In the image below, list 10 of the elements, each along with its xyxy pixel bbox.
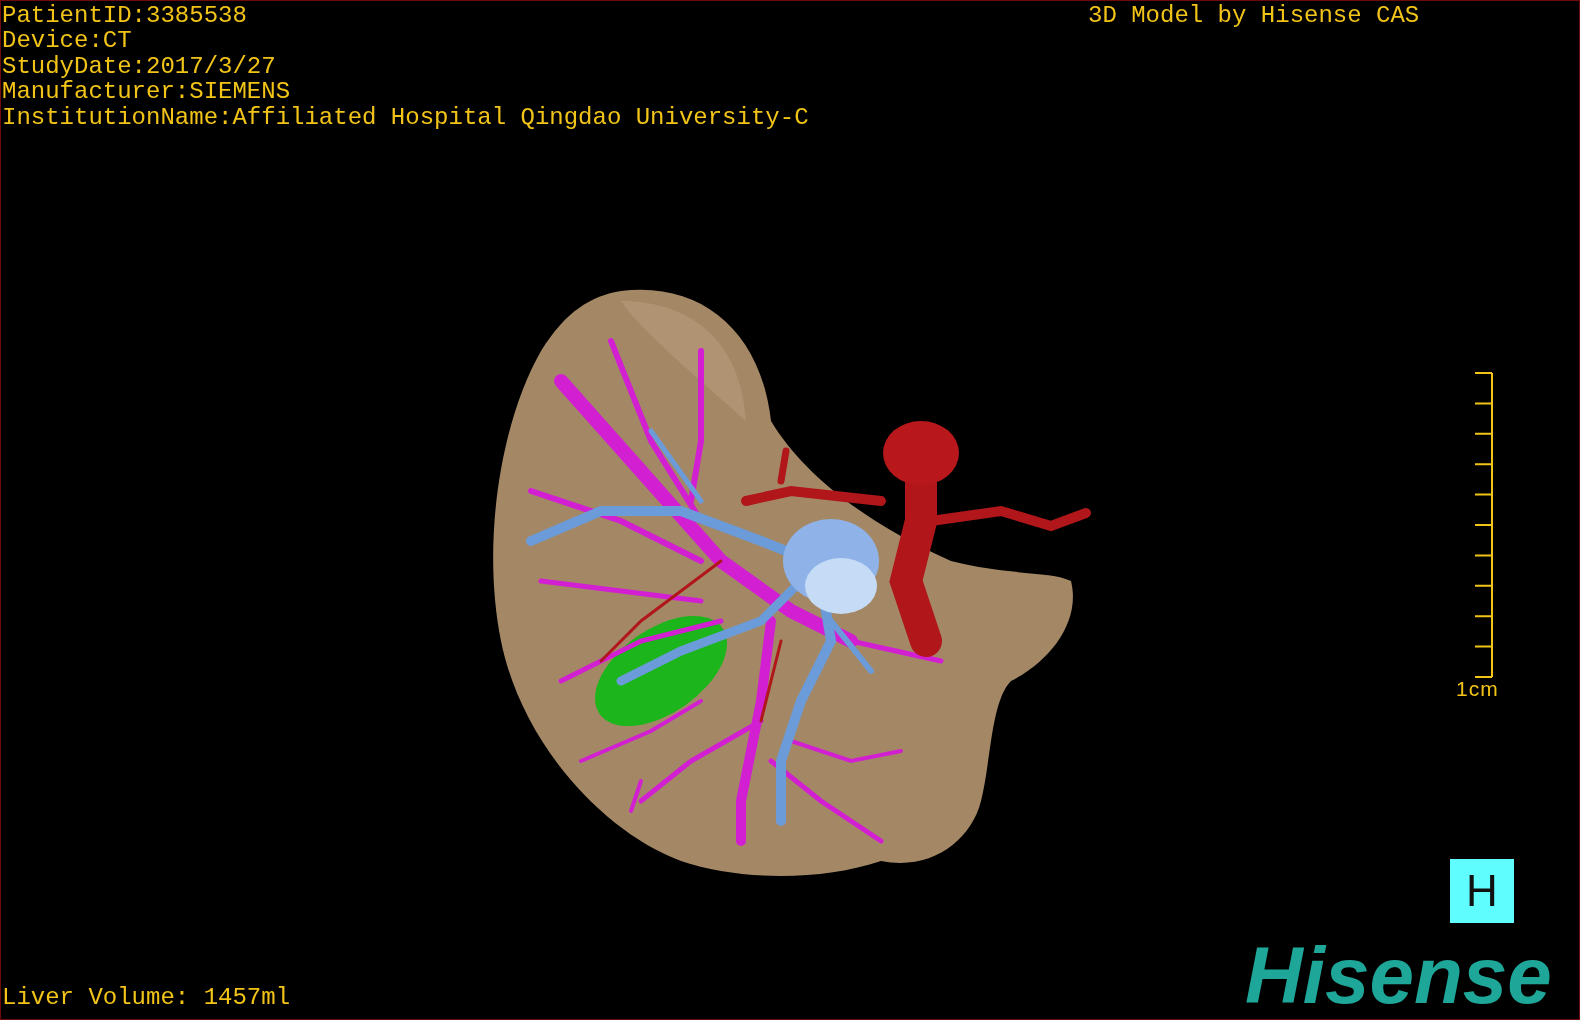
scale-label: 1cm: [1456, 678, 1499, 699]
study-info-line: StudyDate:2017/3/27: [2, 53, 276, 80]
orientation-marker[interactable]: H: [1450, 859, 1514, 923]
logo: Hisense: [1245, 936, 1552, 1016]
liver-volume-text: Liver Volume: 1457ml: [2, 985, 291, 1011]
study-info-line: Device:CT: [2, 28, 132, 54]
study-info-line: Manufacturer:SIEMENS: [2, 79, 291, 105]
study-info-line: InstitutionName:Affiliated Hospital Qingdao University-C: [2, 104, 809, 131]
viewer-title: 3D Model by Hisense CAS: [1088, 3, 1420, 29]
study-info-line: PatientID:3385538: [2, 3, 247, 29]
